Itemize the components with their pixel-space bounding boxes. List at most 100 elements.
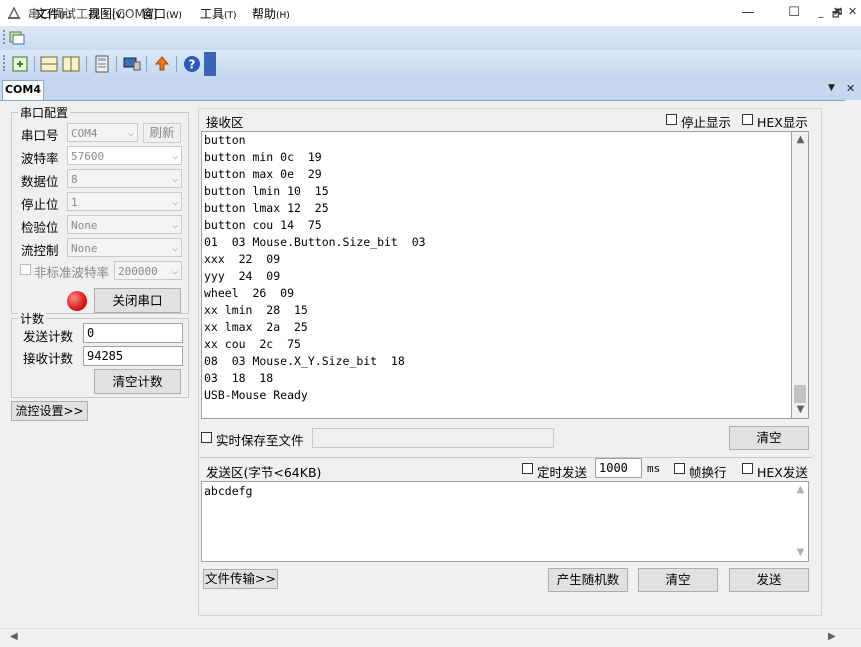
- toolbar-separator: [146, 56, 147, 72]
- upload-icon[interactable]: [152, 54, 172, 74]
- send-count-field: 0: [83, 323, 183, 343]
- svg-text:?: ?: [189, 58, 196, 72]
- hscroll-left-icon[interactable]: ◀: [10, 631, 18, 642]
- send-area-label: 发送区(字节<64KB): [206, 465, 322, 480]
- baud-label: 波特率: [21, 151, 59, 166]
- monitor-icon[interactable]: [122, 54, 142, 74]
- minimize-button[interactable]: —: [725, 0, 771, 26]
- hex-display-checkbox[interactable]: [742, 114, 753, 125]
- nonstd-baud-label: 非标准波特率: [34, 265, 110, 280]
- receive-area-label: 接收区: [206, 115, 244, 130]
- receive-line: button min 0c 19: [204, 150, 322, 164]
- port-label: 串口号: [21, 128, 59, 143]
- parity-label: 检验位: [21, 220, 59, 235]
- app-icon: [7, 6, 21, 19]
- receive-line: button cou 14 75: [204, 218, 322, 232]
- baud-select[interactable]: 57600 ⌵: [67, 146, 182, 165]
- receive-line: yyy 24 09: [204, 269, 281, 283]
- menu-grip: [3, 30, 7, 44]
- receive-textarea[interactable]: button button min 0c 19 button max 0e 29…: [201, 131, 792, 419]
- receive-clear-button[interactable]: 清空: [729, 426, 809, 450]
- file-transfer-button[interactable]: 文件传输>>: [203, 569, 278, 589]
- send-count-label: 发送计数: [23, 329, 74, 344]
- tab-strip: [0, 78, 861, 101]
- file-path-field: [312, 428, 554, 448]
- window-hscroll[interactable]: [0, 628, 861, 647]
- toolbar-separator: [86, 56, 87, 72]
- hex-send-label: HEX发送: [757, 465, 808, 480]
- maximize-button[interactable]: ☐: [771, 0, 817, 26]
- receive-line: xx lmin 28 15: [204, 303, 308, 317]
- interval-unit-label: ms: [647, 462, 661, 475]
- scroll-up-icon[interactable]: ▲: [793, 134, 808, 145]
- toolbar-grip: [3, 55, 5, 71]
- stopbits-select: 1 ⌵: [67, 192, 182, 211]
- nonstd-baud-select: 200000 ⌵: [114, 261, 182, 280]
- mdi-close-button[interactable]: ✕: [848, 5, 857, 18]
- hex-send-checkbox[interactable]: [742, 463, 753, 474]
- receive-line: 03 18 18: [204, 371, 274, 385]
- clear-count-button[interactable]: 清空计数: [94, 369, 181, 394]
- menu-bar: [0, 26, 861, 51]
- window-vscroll[interactable]: [845, 100, 861, 628]
- hscroll-right-icon[interactable]: ▶: [828, 631, 836, 642]
- menu-view[interactable]: 视图(V): [88, 5, 125, 22]
- receive-line: USB-Mouse Ready: [204, 388, 308, 402]
- mdi-restore-button[interactable]: 🗗: [832, 5, 842, 24]
- port-select: COM4 ⌵: [67, 123, 138, 142]
- save-to-file-checkbox[interactable]: [201, 432, 212, 443]
- split-vertical-icon[interactable]: [61, 54, 81, 74]
- toolbar-overflow-button[interactable]: [204, 52, 216, 76]
- frame-newline-checkbox[interactable]: [674, 463, 685, 474]
- random-number-button[interactable]: 产生随机数: [548, 568, 628, 592]
- receive-scrollbar[interactable]: [792, 131, 809, 419]
- send-textarea[interactable]: abcdefg: [201, 481, 809, 562]
- receive-line: button max 0e 29: [204, 167, 322, 181]
- menu-doc-icon: [9, 31, 25, 45]
- receive-scroll-thumb[interactable]: [794, 385, 806, 403]
- receive-line: 08 03 Mouse.X_Y.Size_bit 18: [204, 354, 405, 368]
- send-interval-input[interactable]: 1000: [595, 458, 642, 478]
- recv-count-field: 94285: [83, 346, 183, 366]
- flow-label: 流控制: [21, 243, 59, 258]
- flow-select: None ⌵: [67, 238, 182, 257]
- split-horizontal-icon[interactable]: [39, 54, 59, 74]
- databits-label: 数据位: [21, 174, 59, 189]
- send-button[interactable]: 发送: [729, 568, 809, 592]
- port-status-indicator: [67, 291, 87, 311]
- tab-dropdown-icon[interactable]: ▼: [828, 83, 835, 93]
- timed-send-checkbox[interactable]: [522, 463, 533, 474]
- port-config-label: 串口配置: [18, 104, 71, 121]
- stop-display-checkbox[interactable]: [666, 114, 677, 125]
- flow-settings-button[interactable]: 流控设置>>: [11, 401, 88, 421]
- tab-close-icon[interactable]: ✕: [846, 82, 855, 95]
- menu-window[interactable]: 窗口(W): [142, 5, 182, 22]
- menu-file[interactable]: 文件(F): [35, 5, 71, 22]
- tab-com4[interactable]: COM4: [2, 80, 44, 100]
- refresh-button: 刷新: [143, 123, 181, 143]
- receive-line: 01 03 Mouse.Button.Size_bit 03: [204, 235, 426, 249]
- receive-line: button lmax 12 25: [204, 201, 329, 215]
- scroll-down-icon[interactable]: ▼: [793, 404, 808, 415]
- timed-send-label: 定时发送: [537, 465, 588, 480]
- close-port-button[interactable]: 关闭串口: [94, 288, 181, 313]
- mdi-minimize-button[interactable]: _: [818, 5, 824, 18]
- receive-line: xx lmax 2a 25: [204, 320, 308, 334]
- receive-line: button: [204, 133, 246, 147]
- help-icon[interactable]: ?: [182, 54, 202, 74]
- stop-display-label: 停止显示: [681, 115, 732, 130]
- receive-line: xx cou 2c 75: [204, 337, 301, 351]
- send-clear-button[interactable]: 清空: [638, 568, 718, 592]
- toolbar-separator: [116, 56, 117, 72]
- frame-newline-label: 帧换行: [689, 465, 727, 480]
- send-scroll-down-icon[interactable]: ▼: [793, 547, 808, 558]
- menu-tools[interactable]: 工具(T): [200, 5, 237, 22]
- menu-help[interactable]: 帮助(H): [252, 5, 290, 22]
- calculator-icon[interactable]: [92, 54, 112, 74]
- send-scroll-up-icon[interactable]: ▲: [793, 484, 808, 495]
- receive-line: button lmin 10 15: [204, 184, 329, 198]
- databits-select: 8 ⌵: [67, 169, 182, 188]
- new-session-icon[interactable]: [10, 54, 30, 74]
- section-divider: [200, 457, 812, 458]
- toolbar-separator: [34, 56, 35, 72]
